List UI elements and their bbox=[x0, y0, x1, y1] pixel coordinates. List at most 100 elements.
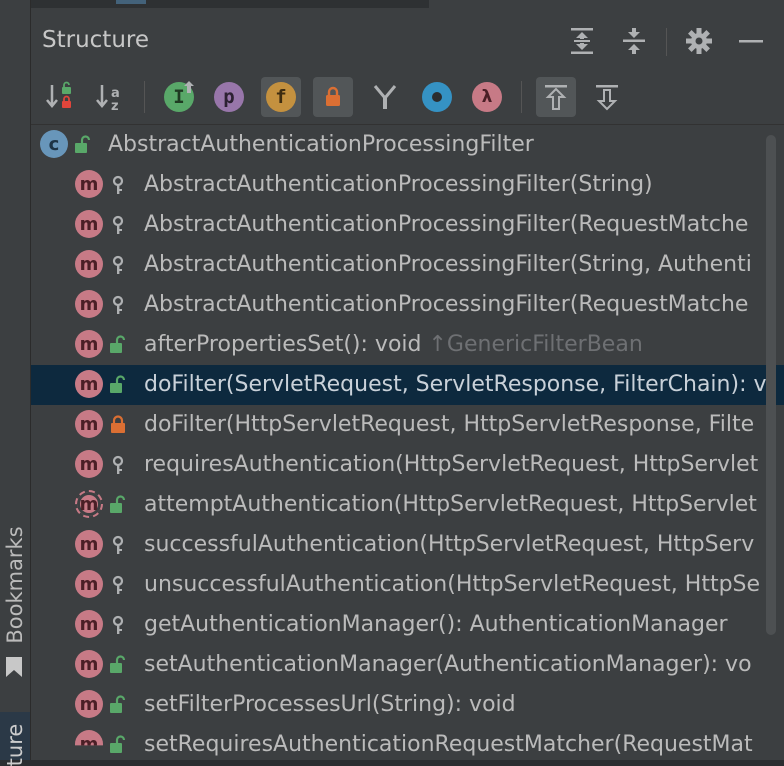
public-lock-icon bbox=[110, 375, 126, 393]
tree-member-row[interactable]: m AbstractAuthenticationProcessingFilter(… bbox=[31, 165, 784, 205]
method-icon: m bbox=[75, 730, 103, 758]
protected-key-icon bbox=[112, 455, 124, 474]
show-lambdas-2-icon[interactable]: λ bbox=[467, 77, 507, 117]
public-lock-icon bbox=[110, 335, 126, 353]
method-icon: m bbox=[75, 370, 103, 398]
public-lock-icon bbox=[110, 655, 126, 673]
member-signature: getAuthenticationManager(): Authenticati… bbox=[144, 610, 728, 640]
member-name: AbstractAuthenticationProcessingFilter(S… bbox=[144, 172, 653, 197]
method-icon: m bbox=[75, 250, 103, 278]
member-signature: doFilter(ServletRequest, ServletResponse… bbox=[144, 370, 767, 400]
method-icon: m bbox=[75, 690, 103, 718]
public-lock-icon bbox=[110, 695, 126, 713]
member-signature: setAuthenticationManager(AuthenticationM… bbox=[144, 650, 752, 680]
bookmark-icon[interactable] bbox=[3, 655, 25, 679]
tree-member-row[interactable]: m unsuccessfulAuthentication(HttpServletR… bbox=[31, 565, 784, 605]
method-icon: m bbox=[75, 410, 103, 438]
member-name: setAuthenticationManager(AuthenticationM… bbox=[144, 652, 752, 677]
tree-member-row[interactable]: m getAuthenticationManager(): Authenticat… bbox=[31, 605, 784, 645]
method-icon-letter: m bbox=[79, 613, 99, 635]
member-signature: AbstractAuthenticationProcessingFilter(S… bbox=[144, 170, 653, 200]
toolbar-separator bbox=[144, 81, 145, 113]
method-icon: m bbox=[75, 650, 103, 678]
protected-key-icon bbox=[112, 295, 124, 314]
class-name: AbstractAuthenticationProcessingFilter bbox=[108, 132, 534, 157]
tree-member-row[interactable]: m requiresAuthentication(HttpServletReque… bbox=[31, 445, 784, 485]
member-signature: afterPropertiesSet(): void ↑GenericFilte… bbox=[144, 330, 643, 360]
public-lock-icon bbox=[75, 135, 91, 153]
tree-member-row[interactable]: m doFilter(ServletRequest, ServletRespons… bbox=[31, 365, 784, 405]
member-name: requiresAuthentication(HttpServletReques… bbox=[144, 452, 759, 477]
autoscroll-from-source-icon[interactable] bbox=[587, 77, 627, 117]
tree-member-row[interactable]: m AbstractAuthenticationProcessingFilter(… bbox=[31, 245, 784, 285]
protected-key-icon bbox=[112, 575, 124, 594]
method-icon-letter: m bbox=[79, 533, 99, 555]
method-icon-letter: m bbox=[79, 693, 99, 715]
member-name: doFilter(ServletRequest, ServletResponse… bbox=[144, 372, 767, 397]
member-signature: successfulAuthentication(HttpServletRequ… bbox=[144, 530, 754, 560]
tree-member-row[interactable]: m afterPropertiesSet(): void ↑GenericFilt… bbox=[31, 325, 784, 365]
editor-tab-indicator[interactable] bbox=[116, 0, 146, 4]
sort-by-visibility-icon[interactable] bbox=[41, 77, 81, 117]
show-lambdas-icon[interactable] bbox=[417, 77, 457, 117]
member-signature: unsuccessfulAuthentication(HttpServletRe… bbox=[144, 570, 760, 600]
vertical-scrollbar[interactable] bbox=[766, 135, 776, 635]
structure-toolbar: a z I p f λ bbox=[31, 70, 784, 125]
member-signature: AbstractAuthenticationProcessingFilter(S… bbox=[144, 250, 752, 280]
show-properties-icon[interactable]: p bbox=[209, 77, 249, 117]
show-inherited-icon[interactable]: I bbox=[159, 77, 199, 117]
member-signature: attemptAuthentication(HttpServletRequest… bbox=[144, 490, 757, 520]
member-name: attemptAuthentication(HttpServletRequest… bbox=[144, 492, 757, 517]
protected-key-icon bbox=[112, 615, 124, 634]
method-icon-letter: m bbox=[79, 733, 99, 755]
member-signature: AbstractAuthenticationProcessingFilter(R… bbox=[144, 210, 748, 240]
collapse-all-icon[interactable] bbox=[617, 24, 651, 58]
method-icon: m bbox=[75, 490, 103, 518]
member-signature: AbstractAuthenticationProcessingFilter(R… bbox=[144, 290, 748, 320]
protected-key-icon bbox=[112, 255, 124, 274]
method-icon-letter: m bbox=[79, 453, 99, 475]
expand-all-icon[interactable] bbox=[565, 24, 599, 58]
member-name: AbstractAuthenticationProcessingFilter(R… bbox=[144, 292, 749, 317]
tree-member-row[interactable]: m setFilterProcessesUrl(String): void bbox=[31, 685, 784, 725]
member-name: doFilter(HttpServletRequest, HttpServlet… bbox=[144, 412, 755, 437]
tree-member-row[interactable]: m setAuthenticationManager(Authentication… bbox=[31, 645, 784, 685]
gear-icon[interactable] bbox=[682, 24, 716, 58]
method-icon: m bbox=[75, 450, 103, 478]
method-icon-letter: m bbox=[79, 293, 99, 315]
bookmarks-tab[interactable]: Bookmarks bbox=[3, 526, 27, 643]
class-icon: c bbox=[40, 130, 68, 158]
show-non-public-icon[interactable] bbox=[313, 77, 353, 117]
structure-panel: Structure a z I p f λ c AbstractAuthenti… bbox=[31, 0, 784, 760]
sort-az-letter-z: z bbox=[111, 99, 119, 113]
lambda-letter: λ bbox=[481, 87, 493, 107]
editor-tabs-strip bbox=[31, 0, 429, 8]
tree-member-row[interactable]: m attemptAuthentication(HttpServletReques… bbox=[31, 485, 784, 525]
method-icon: m bbox=[75, 330, 103, 358]
method-icon-letter: m bbox=[79, 493, 99, 515]
tree-member-row[interactable]: m setRequiresAuthenticationRequestMatcher… bbox=[31, 725, 784, 760]
sort-alphabetically-icon[interactable]: a z bbox=[91, 77, 131, 117]
tree-member-row[interactable]: m doFilter(HttpServletRequest, HttpServle… bbox=[31, 405, 784, 445]
method-icon-letter: m bbox=[79, 253, 99, 275]
panel-title: Structure bbox=[42, 27, 149, 53]
member-name: successfulAuthentication(HttpServletRequ… bbox=[144, 532, 755, 557]
method-icon-letter: m bbox=[79, 333, 99, 355]
method-icon: m bbox=[75, 570, 103, 598]
member-name: getAuthenticationManager(): Authenticati… bbox=[144, 612, 728, 637]
tree-member-row[interactable]: m AbstractAuthenticationProcessingFilter(… bbox=[31, 205, 784, 245]
method-icon-letter: m bbox=[79, 373, 99, 395]
protected-key-icon bbox=[112, 175, 124, 194]
method-icon-letter: m bbox=[79, 573, 99, 595]
show-fields-icon[interactable]: f bbox=[261, 77, 301, 117]
autoscroll-to-source-icon[interactable] bbox=[536, 77, 576, 117]
method-icon: m bbox=[75, 210, 103, 238]
tree-member-row[interactable]: m AbstractAuthenticationProcessingFilter(… bbox=[31, 285, 784, 325]
member-signature: setRequiresAuthenticationRequestMatcher(… bbox=[144, 730, 753, 760]
minimize-icon[interactable] bbox=[734, 24, 768, 58]
properties-letter: p bbox=[223, 86, 235, 108]
method-icon-letter: m bbox=[79, 413, 99, 435]
show-anonymous-icon[interactable] bbox=[365, 77, 405, 117]
tree-member-row[interactable]: m successfulAuthentication(HttpServletReq… bbox=[31, 525, 784, 565]
tree-class-node[interactable]: c AbstractAuthenticationProcessingFilter bbox=[31, 125, 784, 165]
